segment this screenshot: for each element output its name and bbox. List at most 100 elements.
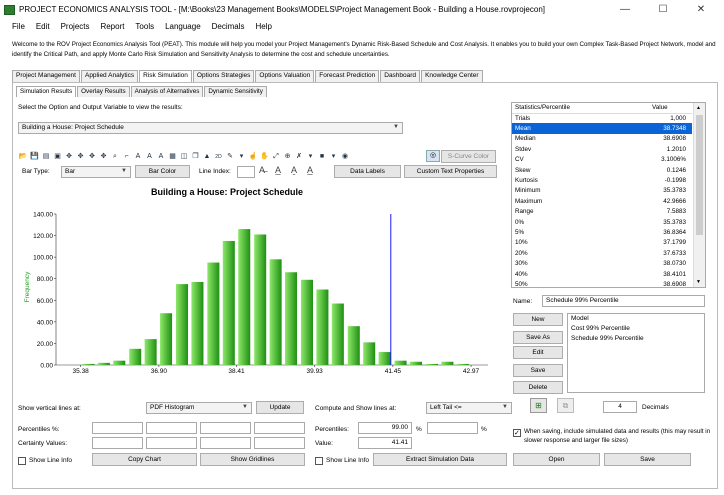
model-list[interactable]: Model Cost 99% Percentile Schedule 99% P… — [567, 313, 705, 393]
scroll-down-icon[interactable]: ▼ — [696, 279, 701, 285]
percentile-input-1[interactable] — [92, 422, 143, 434]
menu-file[interactable]: File — [12, 22, 25, 31]
copy-values-icon[interactable]: ⧉ — [557, 398, 574, 413]
menu-decimals[interactable]: Decimals — [212, 22, 245, 31]
font-size-icons[interactable]: A̶ A̲ A̱ A̲ — [259, 165, 317, 175]
table-row[interactable]: 30% 38.0730 — [512, 258, 692, 268]
bar-type-select[interactable]: Bar ▼ — [61, 166, 131, 178]
text-icon[interactable]: A — [133, 152, 143, 162]
table-row[interactable]: CV 3.1006% — [512, 155, 692, 165]
maximize-button[interactable]: ☐ — [656, 3, 670, 17]
certainty-input-3[interactable] — [200, 437, 251, 449]
tab-knowledge-center[interactable]: Knowledge Center — [421, 70, 483, 82]
bar-color-button[interactable]: Bar Color — [135, 165, 190, 178]
tab-forecast-prediction[interactable]: Forecast Prediction — [315, 70, 380, 82]
statistics-table[interactable]: Statistics/Percentile Value Trials 1,000 M… — [511, 102, 706, 288]
percentile-input-3[interactable] — [200, 422, 251, 434]
tab-simulation-results[interactable]: Simulation Results — [16, 86, 77, 97]
2d-icon[interactable]: 2D — [214, 152, 224, 162]
menu-language[interactable]: Language — [165, 22, 201, 31]
dropdown-icon[interactable]: ▾ — [237, 152, 247, 162]
open-button[interactable]: Open — [513, 453, 600, 466]
menu-help[interactable]: Help — [255, 22, 271, 31]
menu-projects[interactable]: Projects — [61, 22, 90, 31]
layout-icon[interactable]: ◫ — [179, 152, 189, 162]
show-vlines-select[interactable]: PDF Histogram ▼ — [146, 402, 252, 414]
grid-icon[interactable]: ▦ — [168, 152, 178, 162]
dropdown2-icon[interactable]: ▾ — [306, 152, 316, 162]
certainty-input-1[interactable] — [92, 437, 143, 449]
target-icon[interactable]: ⊕ — [283, 152, 293, 162]
menu-edit[interactable]: Edit — [36, 22, 50, 31]
save-data-checkbox[interactable] — [513, 429, 521, 437]
tab-project-management[interactable]: Project Management — [12, 70, 80, 82]
move-icon[interactable]: ✥ — [64, 152, 74, 162]
table-row[interactable]: Minimum 35.3783 — [512, 186, 692, 196]
open-icon[interactable]: 📂 — [18, 152, 28, 162]
tab-options-strategies[interactable]: Options Strategies — [192, 70, 255, 82]
hand-icon[interactable]: ✋ — [260, 152, 270, 162]
close-button[interactable]: ✕ — [694, 3, 708, 17]
show-line-info-checkbox[interactable] — [18, 457, 26, 465]
list-item[interactable]: Cost 99% Percentile — [568, 324, 704, 334]
certainty-input-2[interactable] — [146, 437, 197, 449]
axis-icon[interactable]: ⌐ — [122, 152, 132, 162]
percentiles-value-input[interactable]: 99.00 — [358, 422, 412, 434]
binoculars-icon[interactable]: ◎ — [426, 150, 440, 162]
copy-chart-button[interactable]: Copy Chart — [92, 453, 197, 466]
compute-select[interactable]: Left Tail <= ▼ — [426, 402, 512, 414]
new-button[interactable]: New — [513, 313, 563, 326]
table-row[interactable]: Trials 1,000 — [512, 113, 692, 123]
tab-options-valuation[interactable]: Options Valuation — [255, 70, 315, 82]
pen-icon[interactable]: ✎ — [225, 152, 235, 162]
output-variable-select[interactable]: Building a House: Project Schedule ▼ — [18, 122, 403, 134]
move-down-icon[interactable]: ✥ — [99, 152, 109, 162]
table-row[interactable]: 50% 38.6908 — [512, 279, 692, 287]
data-labels-button[interactable]: Data Labels — [334, 165, 401, 178]
custom-text-button[interactable]: Custom Text Properties — [404, 165, 497, 178]
percentile-input-4[interactable] — [254, 422, 305, 434]
color-icon[interactable]: ■ — [317, 152, 327, 162]
scroll-thumb[interactable] — [696, 115, 703, 235]
table-row[interactable]: Median 38.6908 — [512, 134, 692, 144]
show-gridlines-button[interactable]: Show Gridlines — [200, 453, 305, 466]
move-up-icon[interactable]: ✥ — [76, 152, 86, 162]
table-row[interactable]: 5% 36.8364 — [512, 227, 692, 237]
certainty-input-4[interactable] — [254, 437, 305, 449]
save-button[interactable]: Save — [513, 364, 563, 377]
zoom-icon[interactable]: ⌕ — [110, 152, 120, 162]
text-up-icon[interactable]: A — [145, 152, 155, 162]
reset-icon[interactable]: ◉ — [340, 152, 350, 162]
minimize-button[interactable]: — — [618, 3, 632, 17]
save-as-button[interactable]: Save As — [513, 331, 563, 344]
percentiles-value-input-2[interactable] — [427, 422, 478, 434]
save-bottom-button[interactable]: Save — [604, 453, 691, 466]
scurve-color-button[interactable]: S-Curve Color — [441, 150, 496, 163]
table-row[interactable]: 20% 37.6733 — [512, 248, 692, 258]
table-row[interactable]: Skew 0.1246 — [512, 165, 692, 175]
tab-dynamic-sensitivity[interactable]: Dynamic Sensitivity — [204, 86, 267, 97]
stats-scrollbar[interactable]: ▲ ▼ — [693, 103, 705, 287]
mark-icon[interactable]: ✗ — [294, 152, 304, 162]
pages-icon[interactable]: ❐ — [191, 152, 201, 162]
name-input[interactable]: Schedule 99% Percentile — [542, 295, 705, 307]
tab-overlay-results[interactable]: Overlay Results — [77, 86, 130, 97]
extract-data-button[interactable]: Extract Simulation Data — [373, 453, 507, 466]
tab-dashboard[interactable]: Dashboard — [380, 70, 421, 82]
table-row[interactable]: Maximum 42.9666 — [512, 196, 692, 206]
delete-button[interactable]: Delete — [513, 381, 563, 394]
text-down-icon[interactable]: A — [156, 152, 166, 162]
menu-tools[interactable]: Tools — [135, 22, 154, 31]
percentile-input-2[interactable] — [146, 422, 197, 434]
line-index-input[interactable] — [237, 166, 255, 178]
pointer-icon[interactable]: ☝ — [248, 152, 258, 162]
value-input[interactable]: 41.41 — [358, 437, 412, 449]
dropdown3-icon[interactable]: ▾ — [329, 152, 339, 162]
list-item[interactable]: Model — [568, 314, 704, 324]
list-item[interactable]: Schedule 99% Percentile — [568, 334, 704, 344]
table-row[interactable]: Range 7.5883 — [512, 207, 692, 217]
tab-analysis-of-alternatives[interactable]: Analysis of Alternatives — [130, 86, 204, 97]
table-row[interactable]: 0% 35.3783 — [512, 217, 692, 227]
fit-icon[interactable]: ⤢ — [271, 152, 281, 162]
decimals-input[interactable]: 4 — [603, 401, 637, 413]
